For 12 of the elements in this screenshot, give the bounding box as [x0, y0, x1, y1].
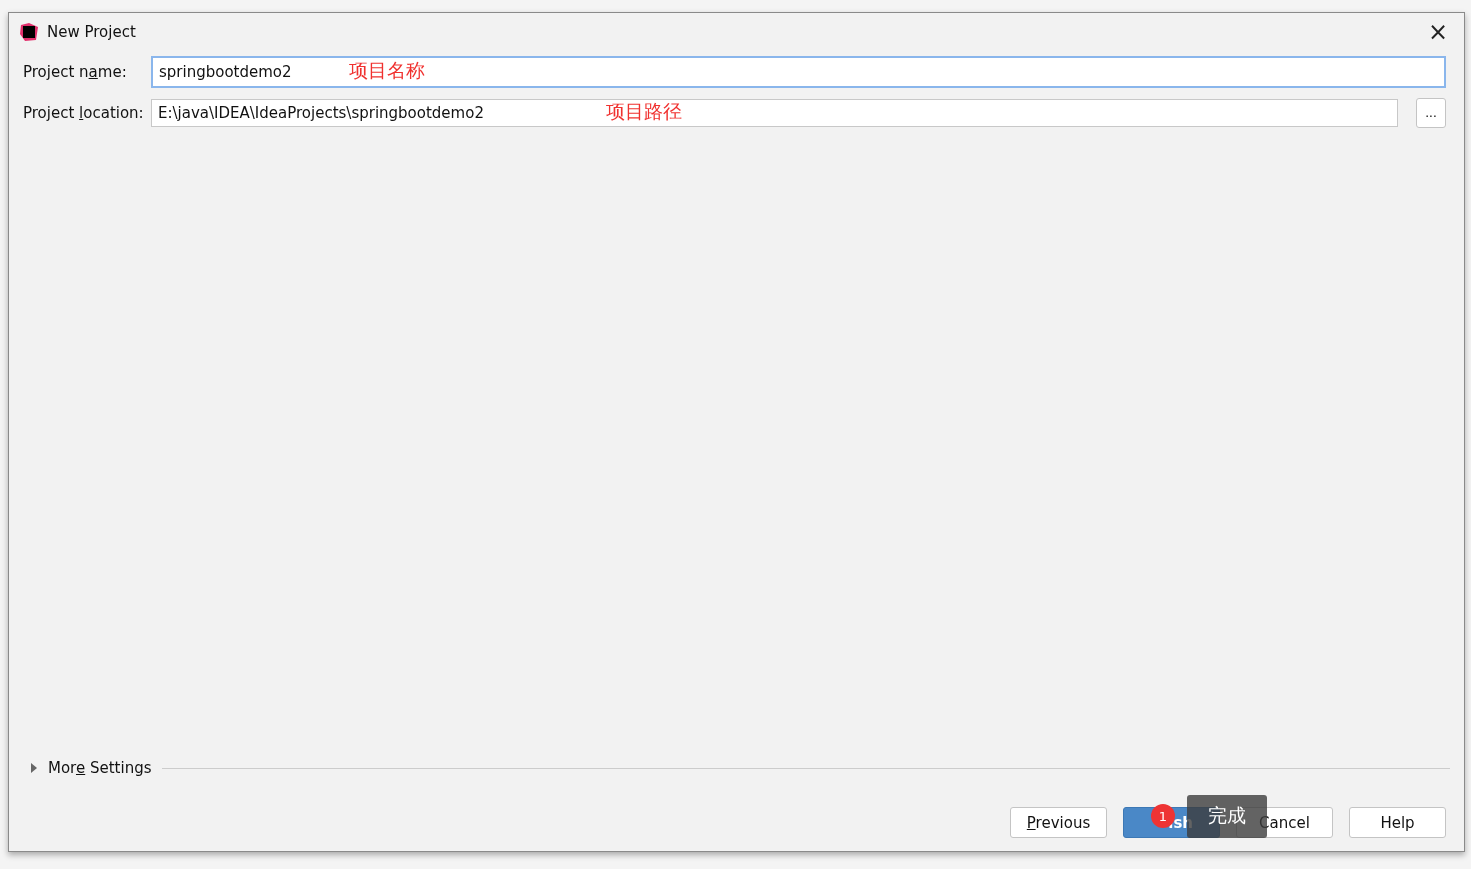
- browse-button[interactable]: ...: [1416, 98, 1446, 128]
- app-logo-icon: [19, 22, 39, 42]
- field-label: Project location:: [23, 104, 143, 122]
- field-label: Project name:: [23, 63, 128, 81]
- annotation-text: 项目路径: [606, 98, 683, 124]
- expand-arrow-icon[interactable]: [29, 763, 38, 773]
- dialog-button[interactable]: Help: [1349, 807, 1446, 838]
- close-button[interactable]: ×: [1421, 20, 1454, 44]
- window-title: New Project: [47, 23, 137, 41]
- annotation-text: 项目名称: [349, 57, 426, 83]
- dialog-button[interactable]: Previous: [1010, 807, 1107, 838]
- more-settings-toggle[interactable]: More Settings: [48, 759, 152, 777]
